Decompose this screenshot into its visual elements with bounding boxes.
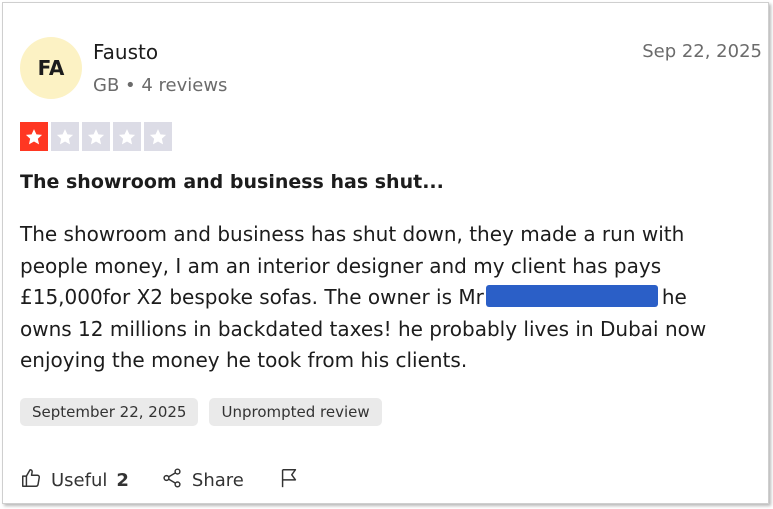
useful-count: 2	[116, 470, 129, 491]
star-icon	[144, 122, 172, 151]
star-icon	[113, 122, 141, 151]
reviewer-name[interactable]: Fausto	[93, 40, 158, 64]
share-button[interactable]: Share	[161, 467, 244, 494]
useful-label: Useful	[51, 470, 108, 491]
share-label: Share	[191, 470, 244, 491]
reviewer-meta: GB • 4 reviews	[93, 75, 228, 96]
review-tags: September 22, 2025 Unprompted review	[20, 398, 382, 426]
review-body: The showroom and business has shut down,…	[20, 219, 740, 377]
star-icon	[82, 122, 110, 151]
share-icon	[161, 467, 183, 494]
star-icon	[51, 122, 79, 151]
review-title[interactable]: The showroom and business has shut...	[20, 171, 444, 193]
redaction-bar	[485, 285, 658, 307]
thumbs-up-icon	[20, 467, 42, 494]
star-icon	[20, 122, 48, 151]
tag-date: September 22, 2025	[20, 398, 199, 426]
review-card: FA Fausto GB • 4 reviews Sep 22, 2025 Th…	[2, 2, 769, 504]
flag-icon	[278, 467, 300, 494]
report-button[interactable]	[278, 467, 300, 494]
avatar[interactable]: FA	[20, 37, 82, 99]
review-date: Sep 22, 2025	[642, 41, 762, 62]
review-actions: Useful 2 Share	[20, 467, 300, 494]
tag-unprompted[interactable]: Unprompted review	[209, 398, 382, 426]
star-rating	[20, 122, 172, 151]
useful-button[interactable]: Useful 2	[20, 467, 129, 494]
